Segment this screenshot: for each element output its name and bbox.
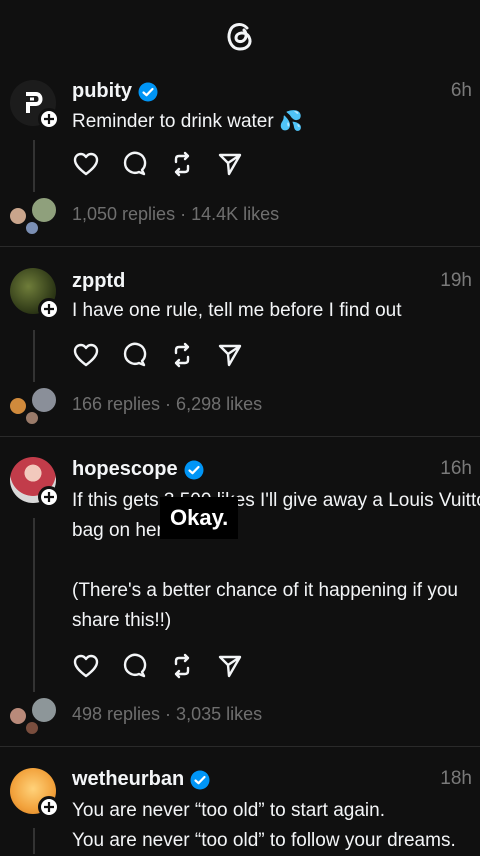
repost-icon[interactable] <box>168 652 196 680</box>
post-actions <box>72 652 244 680</box>
reply-avatars <box>6 386 66 426</box>
follow-button[interactable] <box>38 108 60 130</box>
avatar <box>24 410 40 426</box>
post-time: 6h <box>450 80 472 101</box>
divider <box>0 246 480 247</box>
post-text-line: (There's a better chance of it happening… <box>72 580 458 601</box>
comment-icon[interactable] <box>120 150 148 178</box>
thread-line <box>33 140 35 192</box>
verified-badge-icon <box>138 82 158 101</box>
follow-button[interactable] <box>38 298 60 320</box>
comment-icon[interactable] <box>120 652 148 680</box>
heart-icon[interactable] <box>72 341 100 369</box>
avatar <box>24 220 40 236</box>
reply-avatars <box>6 196 66 236</box>
post-text-line: share this!!) <box>72 610 172 631</box>
post-time: 16h <box>440 458 472 479</box>
thread-line <box>33 828 35 854</box>
post-stats[interactable]: 1,050 replies · 14.4K likes <box>72 204 279 225</box>
plus-icon <box>44 802 54 812</box>
share-icon[interactable] <box>216 652 244 680</box>
heart-icon[interactable] <box>72 652 100 680</box>
post-actions <box>72 150 244 178</box>
comment-icon[interactable] <box>120 341 148 369</box>
video-caption: Okay. <box>160 497 239 539</box>
username[interactable]: zpptd <box>72 270 125 293</box>
post-text-line: You are never “too old” to follow your d… <box>72 830 456 851</box>
plus-icon <box>44 114 54 124</box>
post-text-line: You are never “too old” to start again. <box>72 800 385 821</box>
follow-button[interactable] <box>38 796 60 818</box>
username[interactable]: pubity <box>72 80 132 103</box>
post-time: 19h <box>440 270 472 291</box>
divider <box>0 436 480 437</box>
reply-avatars <box>6 696 66 736</box>
verified-badge-icon <box>184 460 204 479</box>
post-actions <box>72 341 244 369</box>
thread-line <box>33 518 35 692</box>
repost-icon[interactable] <box>168 150 196 178</box>
post-text-line: bag on here <box>72 520 174 541</box>
post-text-line: Reminder to drink water 💦 <box>72 111 303 132</box>
repost-icon[interactable] <box>168 341 196 369</box>
share-icon[interactable] <box>216 341 244 369</box>
username[interactable]: wetheurban <box>72 768 184 791</box>
follow-button[interactable] <box>38 486 60 508</box>
username[interactable]: hopescope <box>72 458 178 481</box>
heart-icon[interactable] <box>72 150 100 178</box>
post-time: 18h <box>440 768 472 789</box>
share-icon[interactable] <box>216 150 244 178</box>
post-stats[interactable]: 166 replies · 6,298 likes <box>72 394 262 415</box>
thread-line <box>33 330 35 382</box>
plus-icon <box>44 304 54 314</box>
threads-logo-icon[interactable] <box>222 18 258 54</box>
verified-badge-icon <box>190 770 210 789</box>
plus-icon <box>44 492 54 502</box>
post-stats[interactable]: 498 replies · 3,035 likes <box>72 704 262 725</box>
post-text-line: If this gets 3,500 likes I'll give away … <box>72 490 480 511</box>
avatar <box>24 720 40 736</box>
post-text-line: I have one rule, tell me before I find o… <box>72 300 402 321</box>
divider <box>0 746 480 747</box>
